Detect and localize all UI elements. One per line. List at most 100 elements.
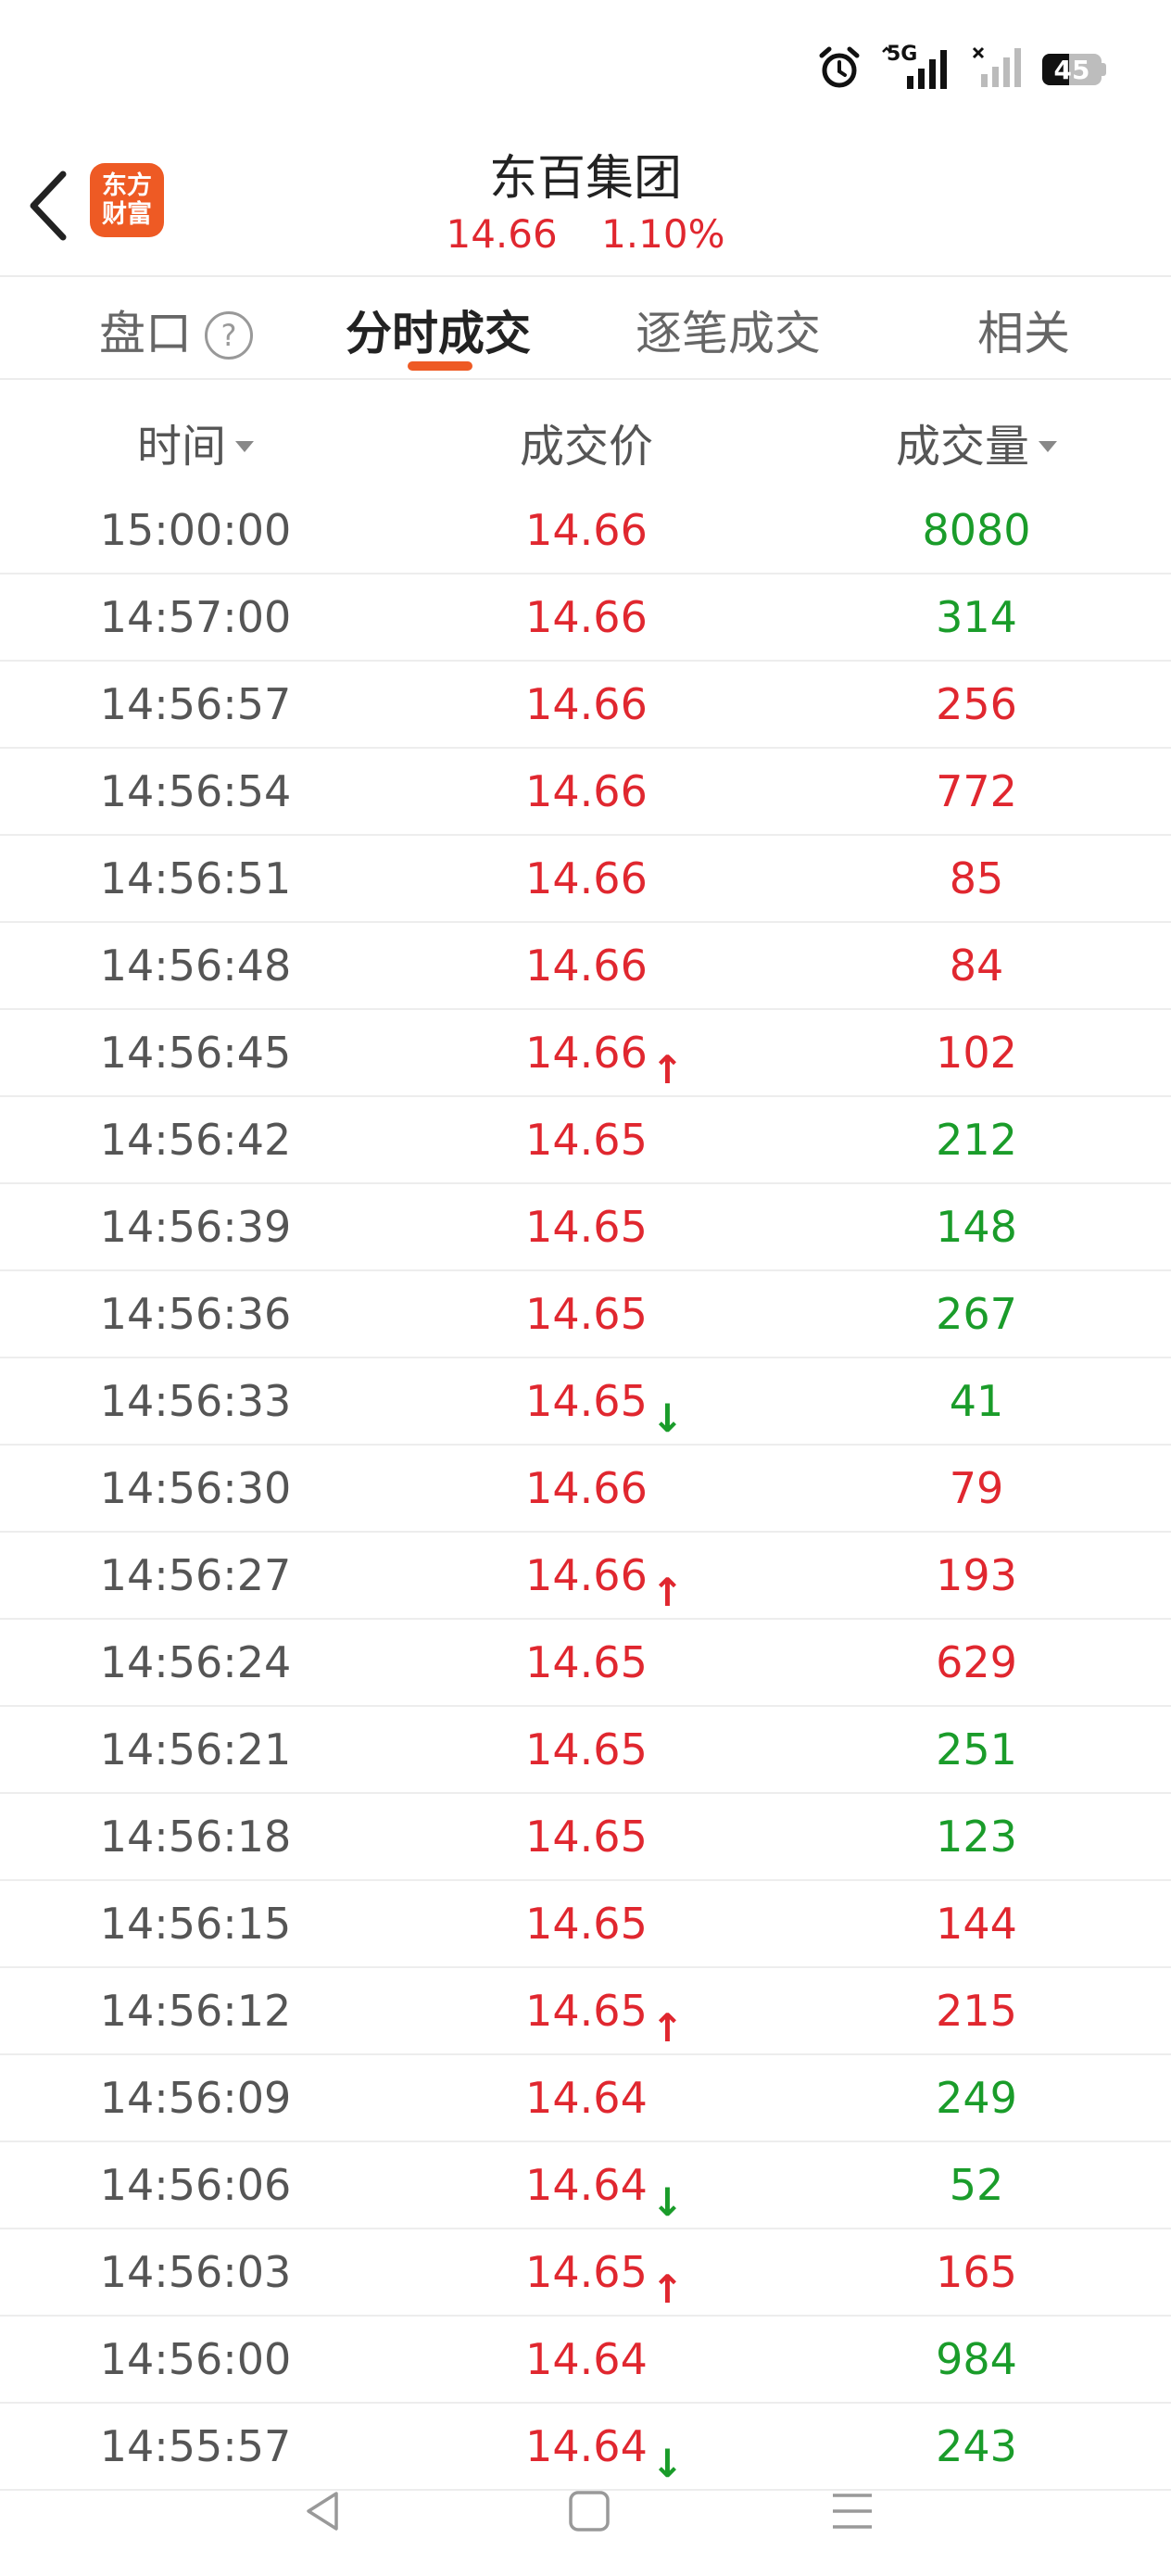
trade-time: 14:56:54 (99, 766, 292, 816)
table-row[interactable]: 14:56:03 14.65 ↑ 165 (0, 2229, 1171, 2317)
tab-label: 盘口 (99, 307, 192, 360)
trade-time: 14:56:45 (99, 1028, 292, 1078)
triangle-back-icon (307, 2492, 338, 2531)
table-row[interactable]: 14:56:30 14.66 79 (0, 1446, 1171, 1533)
battery-level: 45 (1053, 54, 1090, 85)
table-row[interactable]: 14:56:09 14.64 249 (0, 2055, 1171, 2142)
trade-volume: 256 (936, 679, 1017, 729)
trade-volume: 102 (936, 1028, 1017, 1078)
trade-price-cell: 14.64 (525, 2055, 648, 2140)
trade-price-cell: 14.66 (525, 1446, 648, 1531)
trade-price: 14.64 (525, 2073, 648, 2123)
trade-price: 14.66 (525, 853, 648, 903)
trade-price: 14.66 (525, 1463, 648, 1513)
table-row[interactable]: 14:56:51 14.66 85 (0, 836, 1171, 923)
trade-price: 14.64 (525, 2334, 648, 2384)
table-row[interactable]: 14:56:36 14.65 267 (0, 1271, 1171, 1358)
column-header-volume[interactable]: 成交量 (895, 410, 1058, 474)
trade-volume: 165 (936, 2247, 1017, 2297)
table-row[interactable]: 14:56:42 14.65 212 (0, 1097, 1171, 1184)
trade-price-cell: 14.65 (525, 1184, 648, 1269)
trade-price: 14.66 (525, 679, 648, 729)
table-row[interactable]: 14:56:54 14.66 772 (0, 749, 1171, 836)
trade-volume: 123 (936, 1812, 1017, 1862)
table-row[interactable]: 14:57:00 14.66 314 (0, 575, 1171, 662)
table-row[interactable]: 14:56:33 14.65 ↓ 41 (0, 1358, 1171, 1446)
trade-time: 14:56:33 (99, 1376, 292, 1426)
table-row[interactable]: 14:56:39 14.65 148 (0, 1184, 1171, 1271)
trade-volume: 629 (936, 1637, 1017, 1687)
tab-order-book[interactable]: 盘口? (99, 297, 253, 363)
alarm-icon (816, 44, 863, 95)
table-row[interactable]: 14:56:21 14.65 251 (0, 1707, 1171, 1794)
trade-price-cell: 14.66 (525, 575, 648, 660)
three-lines-menu-icon (833, 2494, 872, 2529)
trade-volume: 85 (949, 853, 1004, 903)
table-row[interactable]: 14:56:45 14.66 ↑ 102 (0, 1010, 1171, 1097)
trade-price: 14.66 (525, 1028, 648, 1078)
table-row[interactable]: 14:56:12 14.65 ↑ 215 (0, 1968, 1171, 2055)
nav-menu-button[interactable] (825, 2483, 880, 2539)
trade-time: 14:56:42 (99, 1115, 292, 1165)
column-header-time[interactable]: 时间 (137, 410, 255, 474)
trade-list[interactable]: 15:00:00 14.66 8080 14:57:00 14.66 314 14:56:5… (0, 487, 1171, 2491)
table-row[interactable]: 14:56:57 14.66 256 (0, 662, 1171, 749)
trade-price-cell: 14.66 ↑ (525, 1533, 684, 1618)
trade-time: 14:56:24 (99, 1637, 292, 1687)
trade-price: 14.65 (525, 1899, 648, 1949)
table-row[interactable]: 14:56:27 14.66 ↑ 193 (0, 1533, 1171, 1620)
table-row[interactable]: 14:56:00 14.64 984 (0, 2317, 1171, 2404)
trade-time: 14:56:21 (99, 1724, 292, 1774)
trade-volume: 52 (949, 2160, 1004, 2210)
trade-price: 14.65 (525, 1376, 648, 1426)
nav-home-button[interactable] (561, 2483, 617, 2539)
table-row[interactable]: 15:00:00 14.66 8080 (0, 487, 1171, 575)
tab-bar: 盘口? 分时成交 逐笔成交 相关 (0, 276, 1171, 378)
signal-nosim-icon (970, 44, 1026, 95)
stock-quote: 14.66 1.10% (0, 211, 1171, 257)
trade-time: 14:57:00 (99, 592, 292, 642)
nav-back-button[interactable] (295, 2483, 350, 2539)
trade-price: 14.65 (525, 1986, 648, 2036)
trade-price: 14.66 (525, 505, 648, 555)
tab-label: 逐笔成交 (636, 307, 821, 360)
trade-time: 14:56:51 (99, 853, 292, 903)
table-row[interactable]: 14:56:48 14.66 84 (0, 923, 1171, 1010)
trade-time: 14:56:36 (99, 1289, 292, 1339)
trade-price: 14.66 (525, 941, 648, 991)
column-header-volume-label: 成交量 (895, 421, 1030, 473)
trade-price: 14.65 (525, 1202, 648, 1252)
trade-price-cell: 14.65 (525, 1707, 648, 1792)
tab-related[interactable]: 相关 (977, 297, 1070, 363)
trade-price-cell: 14.66 (525, 662, 648, 747)
trade-price-cell: 14.64 (525, 2317, 648, 2402)
trade-volume: 984 (936, 2334, 1017, 2384)
signal-5g-icon: 5G (879, 43, 953, 93)
trade-price: 14.64 (525, 2160, 648, 2210)
trade-time: 14:56:18 (99, 1812, 292, 1862)
trade-price-cell: 14.65 ↑ (525, 2229, 684, 2315)
table-row[interactable]: 14:56:15 14.65 144 (0, 1881, 1171, 1968)
help-icon[interactable]: ? (205, 311, 253, 360)
table-row[interactable]: 14:56:06 14.64 ↓ 52 (0, 2142, 1171, 2229)
trade-time: 14:56:06 (99, 2160, 292, 2210)
column-headers: 时间 成交价 成交量 (0, 380, 1171, 491)
trade-price-cell: 14.64 ↓ (525, 2142, 684, 2228)
column-header-price: 成交价 (520, 410, 653, 474)
trade-price-cell: 14.66 (525, 749, 648, 834)
table-row[interactable]: 14:56:24 14.65 629 (0, 1620, 1171, 1707)
tab-tick-trades[interactable]: 逐笔成交 (636, 297, 821, 363)
trade-volume: 144 (936, 1899, 1017, 1949)
trade-time: 14:56:57 (99, 679, 292, 729)
trade-price-cell: 14.66 (525, 836, 648, 921)
trade-volume: 148 (936, 1202, 1017, 1252)
sort-caret-icon (1039, 441, 1058, 452)
status-bar: 5G 45 (0, 0, 1171, 139)
stock-price: 14.66 (446, 211, 558, 257)
table-row[interactable]: 14:56:18 14.65 123 (0, 1794, 1171, 1881)
stock-change-pct: 1.10% (601, 211, 725, 257)
tab-minute-trades[interactable]: 分时成交 (346, 297, 531, 363)
trade-price-cell: 14.65 (525, 1881, 648, 1966)
trade-time: 14:56:12 (99, 1986, 292, 2036)
trade-price: 14.65 (525, 2247, 648, 2297)
